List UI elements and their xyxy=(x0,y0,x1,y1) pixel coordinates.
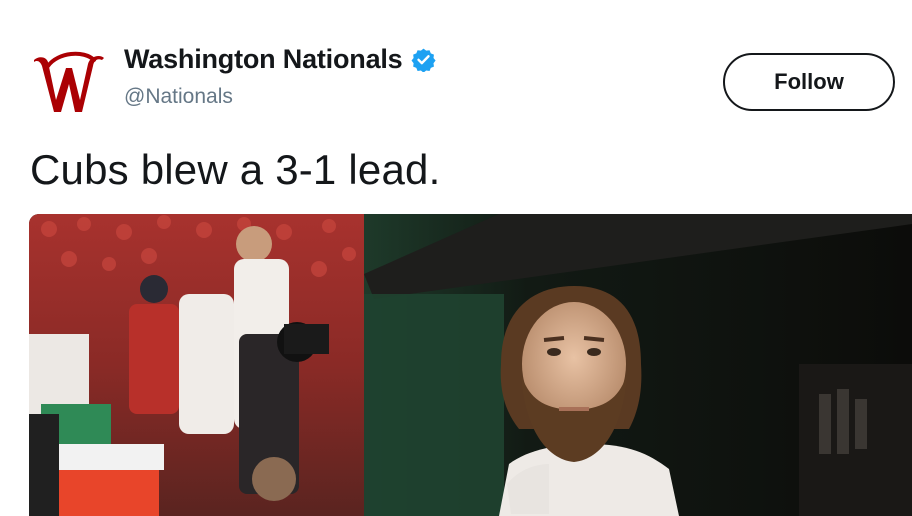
author-display-name[interactable]: Washington Nationals xyxy=(124,44,403,75)
author-name-row: Washington Nationals xyxy=(124,44,436,75)
follow-button[interactable]: Follow xyxy=(723,53,895,111)
dugout-photo xyxy=(29,214,912,516)
tweet-media-photo[interactable] xyxy=(29,214,912,516)
nationals-w-logo-icon xyxy=(34,51,104,112)
verified-badge-icon xyxy=(411,47,436,72)
avatar[interactable] xyxy=(28,46,108,118)
author-handle[interactable]: @Nationals xyxy=(124,85,233,109)
tweet-text: Cubs blew a 3-1 lead. xyxy=(30,146,441,193)
